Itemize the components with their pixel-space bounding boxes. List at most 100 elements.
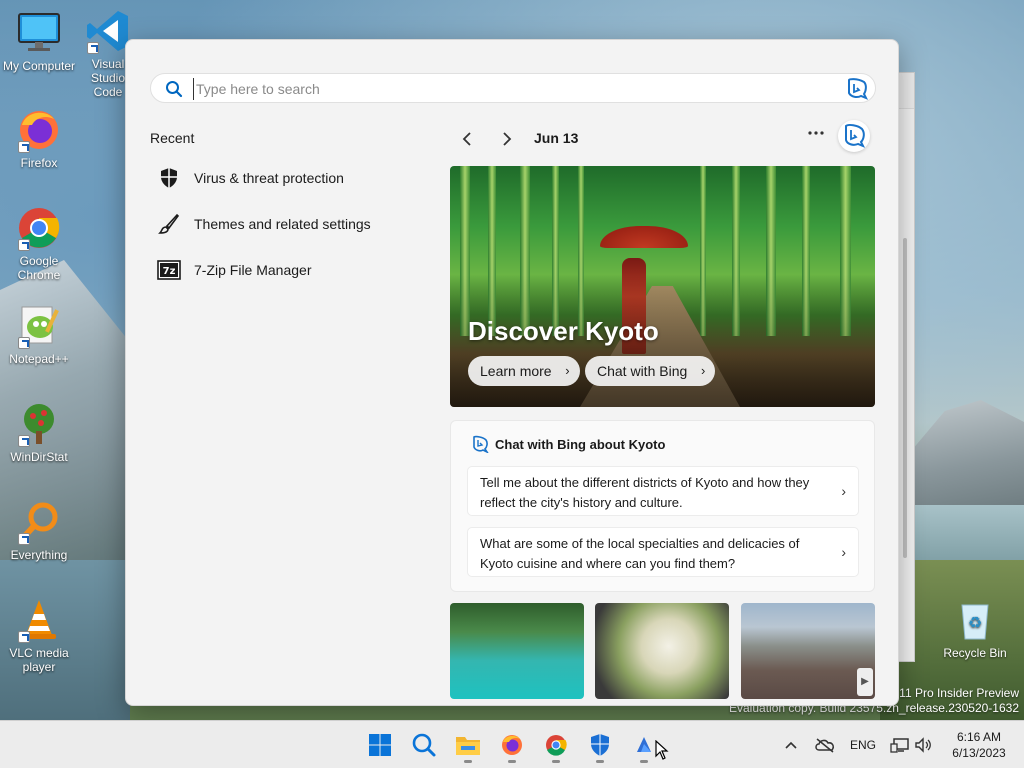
- learn-more-label: Learn more: [480, 363, 552, 379]
- shortcut-arrow-icon: [87, 42, 99, 54]
- chrome-icon: [546, 735, 567, 756]
- kyoto-thumbnail-river[interactable]: [450, 603, 584, 699]
- cloud-offline-icon: [815, 738, 834, 753]
- clock-time: 6:16 AM: [956, 730, 1002, 744]
- chat-prompt-cuisine[interactable]: What are some of the local specialties a…: [467, 527, 859, 577]
- notepad-plus-plus-icon: [16, 303, 62, 349]
- chevron-left-icon: [462, 132, 471, 146]
- bing-button[interactable]: [838, 120, 870, 152]
- running-indicator: [508, 760, 516, 763]
- desktop-icon-notepad-plus-plus[interactable]: Notepad++: [0, 303, 78, 366]
- onedrive-status[interactable]: [814, 721, 836, 768]
- chat-prompt-districts[interactable]: Tell me about the different districts of…: [467, 466, 859, 516]
- recycle-bin-icon: ♻: [952, 597, 998, 643]
- shortcut-arrow-icon: [18, 239, 30, 251]
- running-indicator: [596, 760, 604, 763]
- svg-text:♻: ♻: [968, 613, 982, 632]
- app-icon: [637, 737, 651, 752]
- chat-prompt-text: What are some of the local specialties a…: [480, 536, 800, 571]
- recent-item-7zip[interactable]: 7z 7-Zip File Manager: [156, 252, 436, 288]
- desktop-icon-chrome[interactable]: Google Chrome: [0, 205, 78, 282]
- clock-date: 6/13/2023: [952, 746, 1006, 760]
- desktop-icon-my-computer[interactable]: My Computer: [0, 10, 78, 73]
- taskbar-windows-security[interactable]: [582, 727, 618, 763]
- chevron-right-icon: ›: [565, 363, 570, 378]
- recent-item-virus-threat-protection[interactable]: Virus & threat protection: [156, 160, 436, 196]
- chevron-right-icon: ▶: [861, 676, 869, 687]
- search-input[interactable]: [193, 78, 793, 100]
- network-icon: [890, 738, 909, 753]
- recent-item-label: Themes and related settings: [194, 216, 371, 232]
- taskbar-clock[interactable]: 6:16 AM 6/13/2023: [940, 729, 1018, 761]
- speaker-icon: [915, 737, 931, 753]
- recent-item-label: 7-Zip File Manager: [194, 262, 312, 278]
- discover-kyoto-hero[interactable]: Discover Kyoto Learn more › Chat with Bi…: [450, 166, 875, 407]
- brush-icon: [156, 211, 182, 237]
- chat-card-title: Chat with Bing about Kyoto: [495, 436, 666, 452]
- desktop-icon-vlc[interactable]: VLC media player: [0, 597, 78, 674]
- kyoto-thumbnail-city[interactable]: [741, 603, 875, 699]
- chevron-up-icon: [785, 741, 797, 749]
- more-options-button[interactable]: [804, 122, 828, 146]
- desktop-icon-label: Visual Studio Code: [90, 57, 126, 99]
- taskbar-chrome[interactable]: [538, 727, 574, 763]
- desktop-icon-label: Google Chrome: [17, 254, 61, 282]
- running-indicator: [464, 760, 472, 763]
- desktop-icon-label: Everything: [10, 548, 68, 562]
- folder-icon: [456, 737, 480, 755]
- input-language-indicator[interactable]: ENG: [850, 721, 876, 768]
- svg-text:7z: 7z: [163, 266, 176, 277]
- taskbar: ENG 6:16 AM 6/13/2023: [0, 720, 1024, 768]
- background-window-scrollbar[interactable]: [903, 238, 907, 558]
- hero-title: Discover Kyoto: [468, 316, 659, 346]
- learn-more-button[interactable]: Learn more ›: [468, 356, 580, 386]
- date-label: Jun 13: [534, 130, 579, 146]
- firefox-icon: [16, 107, 62, 153]
- desktop-icon-everything[interactable]: Everything: [0, 499, 78, 562]
- kyoto-thumbnail-food[interactable]: [595, 603, 729, 699]
- taskbar-firefox[interactable]: [494, 727, 530, 763]
- previous-day-button[interactable]: [454, 126, 480, 152]
- desktop-icon-windirstat[interactable]: WinDirStat: [0, 401, 78, 464]
- chat-with-bing-card: Chat with Bing about Kyoto Tell me about…: [450, 420, 875, 592]
- mouse-cursor-icon: [655, 740, 669, 760]
- firefox-icon: [502, 735, 522, 755]
- search-icon: [412, 733, 436, 757]
- recent-item-label: Virus & threat protection: [194, 170, 344, 186]
- recent-heading: Recent: [150, 130, 195, 146]
- search-box[interactable]: [150, 73, 876, 103]
- shortcut-arrow-icon: [18, 631, 30, 643]
- bing-chat-icon[interactable]: [845, 77, 869, 101]
- shield-icon: [591, 734, 609, 756]
- 7zip-icon: 7z: [156, 257, 182, 283]
- taskbar-file-explorer[interactable]: [450, 727, 486, 763]
- chat-with-bing-button[interactable]: Chat with Bing ›: [585, 356, 716, 386]
- search-flyout: Recent Virus & threat protection Themes …: [125, 39, 899, 706]
- chevron-right-icon: [503, 132, 512, 146]
- thumbnails-scroll-right-button[interactable]: ▶: [857, 668, 873, 696]
- taskbar-search-button[interactable]: [406, 727, 442, 763]
- bing-icon: [845, 124, 866, 148]
- desktop-icon-firefox[interactable]: Firefox: [0, 107, 78, 170]
- monitor-icon: [16, 10, 62, 56]
- network-status[interactable]: [890, 721, 910, 768]
- chat-card-header: Chat with Bing about Kyoto: [471, 435, 665, 453]
- windirstat-tree-icon: [16, 401, 62, 447]
- next-day-button[interactable]: [494, 126, 520, 152]
- recent-item-themes-settings[interactable]: Themes and related settings: [156, 206, 436, 242]
- shortcut-arrow-icon: [18, 141, 30, 153]
- desktop-icon-recycle-bin[interactable]: ♻ Recycle Bin: [936, 597, 1014, 660]
- volume-control[interactable]: [914, 721, 932, 768]
- search-icon: [165, 80, 183, 98]
- shield-icon: [156, 165, 182, 191]
- chevron-right-icon: ›: [841, 544, 846, 560]
- desktop-icon-label: Recycle Bin: [943, 646, 1007, 660]
- shortcut-arrow-icon: [18, 533, 30, 545]
- bing-icon: [473, 435, 489, 453]
- show-hidden-icons-button[interactable]: [784, 721, 798, 768]
- running-indicator: [640, 760, 648, 763]
- running-indicator: [552, 760, 560, 763]
- shortcut-arrow-icon: [18, 337, 30, 349]
- chat-prompt-text: Tell me about the different districts of…: [480, 475, 810, 510]
- start-button[interactable]: [362, 727, 398, 763]
